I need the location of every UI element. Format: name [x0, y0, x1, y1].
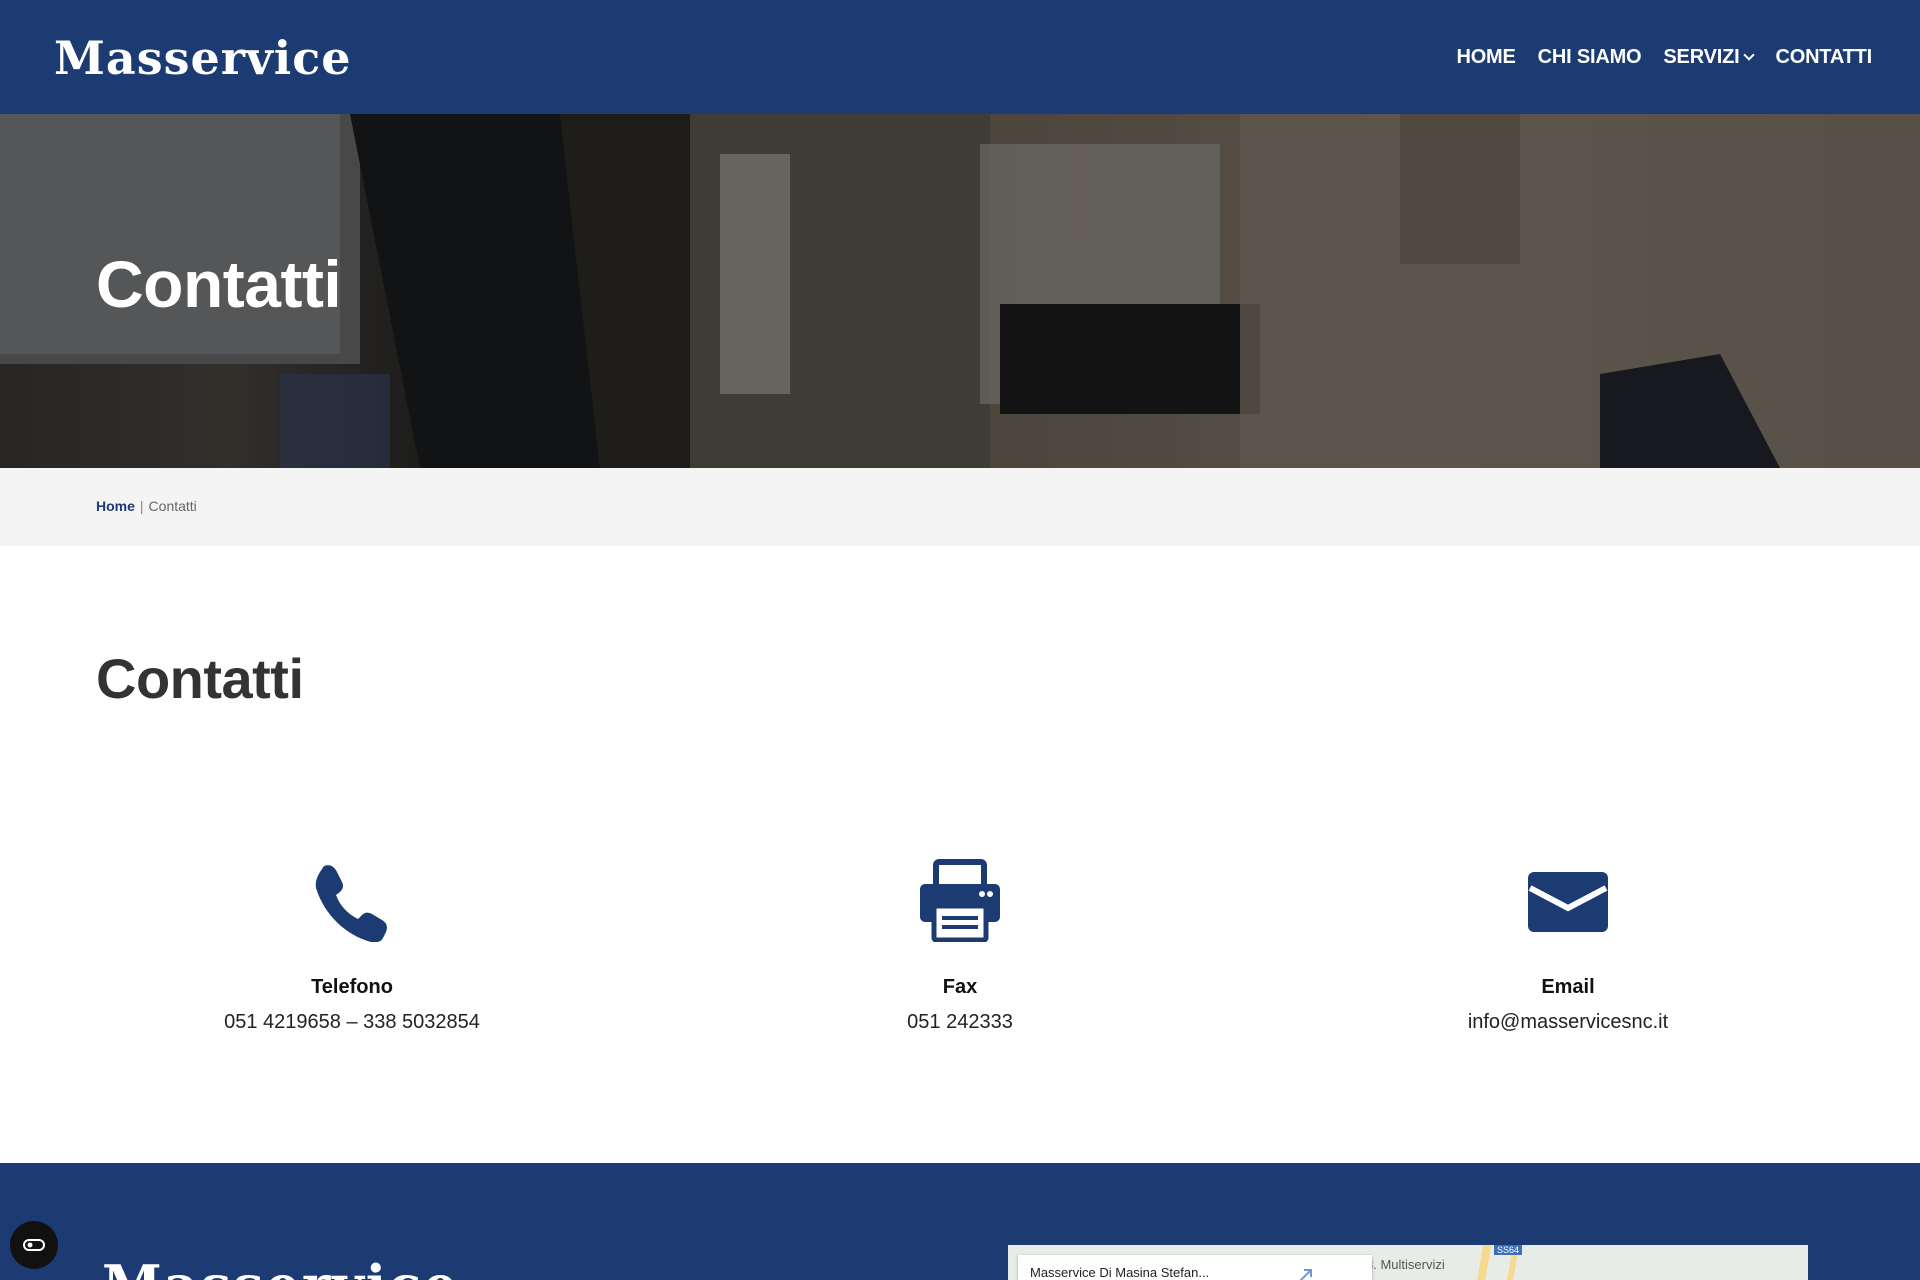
contact-fax: Fax 051 242333 [760, 858, 1160, 1034]
contact-label: Fax [942, 976, 978, 998]
expand-icon[interactable] [1296, 1267, 1314, 1280]
nav-item-label: SERVIZI [1663, 45, 1740, 68]
contact-value[interactable]: info@masservicesnc.it [1368, 1011, 1768, 1034]
breadcrumb-bar: Home | Contatti [0, 468, 1920, 546]
contact-label: Email [1541, 976, 1595, 998]
nav-item-label: HOME [1456, 45, 1516, 68]
map-road [1472, 1245, 1492, 1280]
chevron-down-icon [1743, 49, 1756, 61]
contact-phone: Telefono 051 4219658 – 338 5032854 [152, 858, 552, 1034]
contact-value[interactable]: 051 4219658 – 338 5032854 [152, 1011, 552, 1034]
site-header: Masservice HOME CHI SIAMO SERVIZI CONTAT… [0, 0, 1920, 114]
map-nearby-label: 3. Multiservizi [1366, 1257, 1445, 1272]
envelope-icon [1528, 872, 1608, 932]
hero-title: Contatti [96, 247, 342, 321]
page-title: Contatti [96, 647, 304, 710]
map-embed[interactable]: SS64 3. Multiservizi Masservice Di Masin… [1008, 1245, 1808, 1280]
accessibility-icon [23, 1239, 45, 1251]
nav-item-home[interactable]: HOME [1456, 46, 1515, 69]
nav-item-chi-siamo[interactable]: CHI SIAMO [1538, 46, 1642, 69]
contact-value: 051 242333 [907, 1011, 1013, 1033]
map-road-badge: SS64 [1494, 1245, 1523, 1255]
map-place-name: Masservice Di Masina Stefan... [1030, 1265, 1210, 1280]
contact-label: Telefono [311, 976, 393, 998]
hero-banner: Contatti [0, 114, 1920, 468]
breadcrumb-current: Contatti [148, 498, 197, 514]
nav-item-servizi[interactable]: SERVIZI [1663, 45, 1756, 69]
breadcrumb-separator: | [139, 498, 144, 514]
accessibility-toggle-button[interactable] [10, 1221, 58, 1269]
nav-item-label: CHI SIAMO [1537, 45, 1642, 68]
nav-item-contatti[interactable]: CONTATTI [1775, 46, 1872, 69]
site-footer: Masservice SS64 3. Multiservizi Masservi… [0, 1163, 1920, 1280]
main-navigation: HOME CHI SIAMO SERVIZI CONTATTI [1456, 40, 1872, 74]
printer-icon [920, 859, 1000, 942]
breadcrumb: Home | Contatti [96, 498, 197, 514]
footer-logo[interactable]: Masservice [102, 1255, 460, 1280]
phone-icon [315, 865, 387, 942]
map-place-card: Masservice Di Masina Stefan... [1018, 1255, 1372, 1280]
nav-item-label: CONTATTI [1775, 45, 1872, 68]
site-logo[interactable]: Masservice [54, 30, 352, 86]
breadcrumb-home-link[interactable]: Home [96, 498, 135, 514]
contact-email: Email info@masservicesnc.it [1368, 858, 1768, 1034]
